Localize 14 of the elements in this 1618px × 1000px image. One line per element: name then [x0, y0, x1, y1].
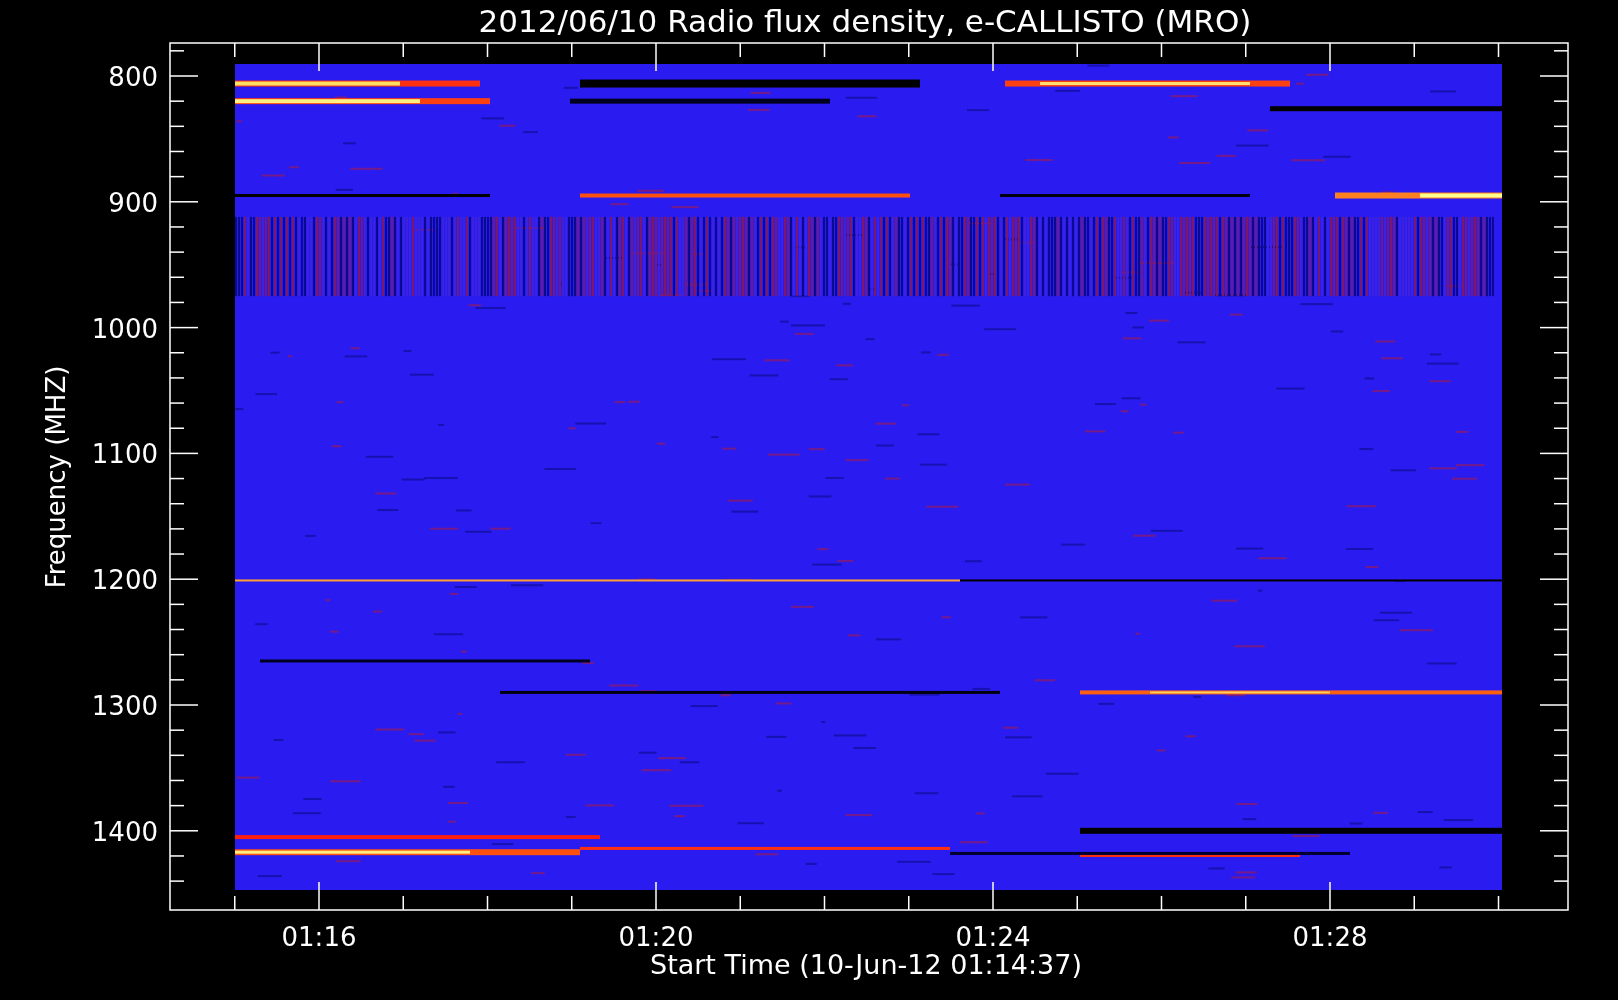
x-tick-label: 01:28 [1292, 922, 1368, 952]
y-tick-label: 1000 [91, 313, 158, 344]
y-tick-label: 1400 [91, 816, 158, 847]
y-tick-label: 800 [108, 62, 158, 92]
y-tick-label: 1100 [91, 439, 158, 470]
x-tick-label: 01:20 [618, 922, 694, 952]
y-tick-label: 900 [108, 187, 158, 218]
y-axis-label: Frequency (MHZ) [41, 365, 71, 589]
chart-title: 2012/06/10 Radio flux density, e-CALLISTO (MRO) [478, 3, 1252, 39]
x-tick-label: 01:24 [955, 922, 1031, 952]
y-tick-label: 1300 [91, 691, 158, 721]
y-tick-label: 1200 [91, 565, 158, 596]
x-axis-label: Start Time (10-Jun-12 01:14:37) [650, 949, 1082, 980]
x-tick-label: 01:16 [281, 922, 357, 952]
